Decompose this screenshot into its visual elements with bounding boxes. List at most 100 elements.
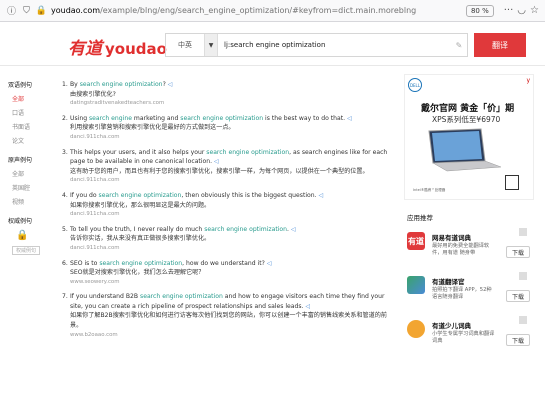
zoom-indicator[interactable]: 80 %: [465, 4, 494, 17]
app-name[interactable]: 网易有道词典: [432, 232, 471, 242]
keyword[interactable]: search engine optimization: [80, 81, 163, 88]
logo-cn: 有道: [68, 39, 102, 59]
site-header: 有道 youdao 中英 ▼ ✎ 翻译: [0, 22, 545, 66]
list-item: 有道少儿词典 小学生专属学习词典和翻译词典 下载: [407, 316, 532, 364]
translator-icon: [407, 276, 425, 294]
app-recommend: 应用推荐 有道 网易有道词典 最好用的免费全能翻译软件，用有道 随身带 下载 有…: [407, 212, 532, 364]
speaker-icon[interactable]: ◁: [214, 158, 219, 165]
info-icon[interactable]: ⓘ: [6, 5, 17, 17]
keyword[interactable]: search engine optimization: [140, 293, 223, 300]
sidebar-item-video[interactable]: 视频: [12, 197, 58, 206]
list-item: 1. By search engine optimization? ◁ 由搜索引擎…: [62, 80, 392, 109]
youdao-logo[interactable]: 有道 youdao: [68, 34, 167, 59]
app-desc: 小学生专属学习词典和翻译词典: [432, 331, 495, 344]
speaker-icon[interactable]: ◁: [168, 81, 173, 88]
intel-badge: [505, 175, 519, 190]
keyword[interactable]: search engine optimization: [206, 149, 289, 156]
item-number: 1.: [62, 81, 68, 88]
sidebar-group-title: 权威例句: [8, 218, 33, 225]
ad-icon[interactable]: y: [526, 77, 530, 84]
list-item: 4. If you do search engine optimization,…: [62, 191, 392, 220]
list-item: 3. This helps your users, and it also he…: [62, 148, 392, 186]
url-text[interactable]: youdao.com/example/blng/eng/search_engin…: [51, 6, 466, 15]
authority-button[interactable]: 权威例句: [12, 246, 40, 255]
sidebar-item-british[interactable]: 英国腔: [12, 183, 58, 192]
source-link[interactable]: danci.911cha.com: [70, 210, 392, 220]
speaker-icon[interactable]: ◁: [291, 226, 296, 233]
browser-url-bar[interactable]: ⓘ ⛉ 🔒 youdao.com/example/blng/eng/search…: [0, 0, 545, 22]
list-item: 有道 网易有道词典 最好用的免费全能翻译软件，用有道 随身带 下载: [407, 228, 532, 276]
speaker-icon[interactable]: ◁: [319, 192, 324, 199]
translation: 利用搜索引擎营销和搜索引擎优化是最好的方式做到这一点。: [70, 124, 235, 132]
item-number: 6.: [62, 259, 68, 267]
source-link[interactable]: www.seowery.com: [70, 278, 392, 288]
qr-icon: [519, 316, 527, 324]
sidebar-item-all[interactable]: 全部: [12, 94, 58, 103]
kids-dict-icon: [407, 320, 425, 338]
star-icon[interactable]: ☆: [530, 5, 539, 16]
ad-headline: 戴尔官网 黄金「价」期: [421, 104, 515, 114]
sidebar-item-spoken[interactable]: 口语: [12, 108, 58, 117]
app-desc: 最好用的免费全能翻译软件，用有道 随身带: [432, 243, 490, 256]
translation: SEO就是对搜索引擎优化，我们怎么去理解它呢？: [70, 269, 205, 277]
lang-select-label[interactable]: 中英: [166, 34, 204, 56]
source-link[interactable]: datingstraditvenakedteachers.com: [70, 99, 392, 109]
logo-en: youdao: [105, 40, 167, 58]
sidebar-group-title: 原声例句: [8, 157, 33, 164]
chevron-down-icon[interactable]: ▼: [204, 34, 218, 56]
list-item: 6. SEO is to search engine optimization,…: [62, 259, 392, 288]
app-name[interactable]: 有道少儿词典: [432, 320, 471, 330]
search-box: 中英 ▼ ✎: [165, 33, 468, 57]
item-number: 3.: [62, 148, 68, 156]
keyword[interactable]: search engine optimization: [180, 115, 263, 122]
source-link[interactable]: danci.911cha.com: [70, 176, 392, 186]
ad-small-text: Intel®酷睿™处理器: [413, 188, 446, 192]
list-item: 有道翻译官 拍照拍下翻译 APP，52种语言随身翻译 下载: [407, 272, 532, 320]
translation: 如果你了解B2B搜索引擎优化和如何进行访客每次他们找到您的网站，你可以创建一个丰…: [70, 312, 387, 330]
lock-icon: 🔒: [35, 5, 48, 16]
translation: 由搜索引擎优化?: [70, 90, 116, 98]
speaker-icon[interactable]: ◁: [267, 260, 272, 267]
search-input[interactable]: [218, 34, 451, 56]
keyword[interactable]: search engine: [89, 115, 132, 122]
keyword[interactable]: search engine optimization: [204, 226, 287, 233]
download-button[interactable]: 下载: [506, 290, 530, 302]
speaker-icon[interactable]: ◁: [347, 115, 352, 122]
source-link[interactable]: www.b2oaao.com: [70, 331, 392, 341]
pocket-icon[interactable]: ◡: [517, 5, 526, 16]
shield-icon[interactable]: ⛉: [21, 5, 32, 16]
item-number: 2.: [62, 114, 68, 122]
sidebar-item-written[interactable]: 书面语: [12, 122, 58, 131]
sidebar-item-paper[interactable]: 论文: [12, 136, 58, 145]
url-path: /example/blng/eng/search_engine_optimiza…: [100, 6, 417, 15]
app-name[interactable]: 有道翻译官: [432, 276, 465, 286]
sidebar-group-title: 双语例句: [8, 82, 33, 89]
list-item: 2. Using search engine marketing and sea…: [62, 114, 392, 143]
speaker-icon[interactable]: ◁: [306, 303, 311, 310]
pen-icon[interactable]: ✎: [451, 41, 467, 50]
translation: 告诉你实话，我从来没有真正做很多搜索引擎优化。: [70, 235, 211, 243]
app-desc: 拍照拍下翻译 APP，52种语言随身翻译: [432, 287, 492, 300]
url-domain: youdao.com: [51, 6, 101, 15]
translation: 如果你搜索引擎优化，那么很明显这是最大的问题。: [70, 201, 211, 209]
keyword[interactable]: search engine optimization: [99, 260, 182, 267]
source-link[interactable]: danci.911cha.com: [70, 133, 392, 143]
more-icon[interactable]: ···: [504, 5, 514, 16]
source-link[interactable]: danci.911cha.com: [70, 244, 392, 254]
qr-icon: [519, 228, 527, 236]
item-number: 5.: [62, 225, 68, 233]
keyword[interactable]: search engine optimization: [99, 192, 182, 199]
sidebar-item-all-audio[interactable]: 全部: [12, 169, 58, 178]
item-number: 7.: [62, 293, 68, 301]
lock-icon: 🔒: [16, 230, 29, 241]
dell-ad[interactable]: DELL y 戴尔官网 黄金「价」期 XPS系列低至¥6970 Intel®酷睿…: [404, 74, 534, 200]
download-button[interactable]: 下载: [506, 334, 530, 346]
sidebar: 双语例句 全部 口语 书面语 论文 原声例句 全部 英国腔 视频 权威例句 🔒 …: [8, 74, 58, 255]
ad-subline: XPS系列低至¥6970: [432, 115, 501, 124]
translate-button[interactable]: 翻译: [474, 33, 526, 57]
download-button[interactable]: 下载: [506, 246, 530, 258]
qr-icon: [519, 272, 527, 280]
item-number: 4.: [62, 191, 68, 199]
example-list: 1. By search engine optimization? ◁ 由搜索引擎…: [62, 80, 392, 345]
dell-logo: DELL: [408, 78, 422, 92]
